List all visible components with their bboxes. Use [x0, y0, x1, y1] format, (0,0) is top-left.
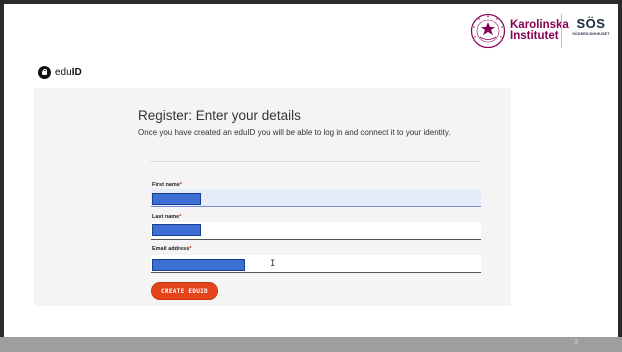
ki-wordmark-line2: Institutet	[510, 30, 559, 42]
first-name-label-text: First name	[152, 182, 180, 188]
sos-subtitle: SÖDERSJUKHUSET	[572, 32, 610, 36]
first-name-redaction	[152, 193, 201, 205]
required-mark: *	[179, 182, 182, 188]
eduid-lock-icon	[38, 66, 51, 79]
lead-text: Once you have created an eduID you will …	[138, 128, 451, 137]
slide-footer-bar: 3	[0, 337, 622, 352]
email-redaction	[152, 259, 245, 271]
ki-wordmark: Karolinska Institutet	[510, 19, 569, 42]
text-cursor-icon: I	[270, 259, 276, 269]
frame-left	[0, 0, 4, 337]
presentation-slide: Karolinska Institutet SÖS SÖDERSJUKHUSET…	[0, 0, 622, 352]
frame-top	[0, 0, 622, 4]
frame-right	[618, 0, 622, 337]
create-eduid-button[interactable]: CREATE EDUID	[151, 282, 218, 300]
logo-divider	[561, 14, 562, 48]
sos-wordmark: SÖS	[576, 16, 606, 31]
eduid-logo: eduID	[38, 66, 82, 79]
email-label-text: Email address	[152, 246, 190, 252]
last-name-label-text: Last name	[152, 214, 180, 220]
eduid-wordmark-light: edu	[55, 67, 72, 78]
page-number: 3	[574, 339, 578, 346]
required-mark: *	[189, 246, 192, 252]
eduid-wordmark-bold: ID	[71, 67, 82, 78]
eduid-wordmark: eduID	[55, 67, 82, 78]
email-label: Email address*	[152, 246, 191, 252]
last-name-redaction	[152, 224, 201, 236]
required-mark: *	[179, 214, 182, 220]
form-divider	[150, 161, 481, 162]
page-title: Register: Enter your details	[138, 108, 301, 123]
karolinska-institutet-logo: Karolinska Institutet	[470, 13, 569, 49]
first-name-label: First name*	[152, 182, 182, 188]
sos-logo: SÖS SÖDERSJUKHUSET	[566, 16, 616, 36]
last-name-label: Last name*	[152, 214, 181, 220]
ki-seal-icon	[470, 13, 506, 49]
